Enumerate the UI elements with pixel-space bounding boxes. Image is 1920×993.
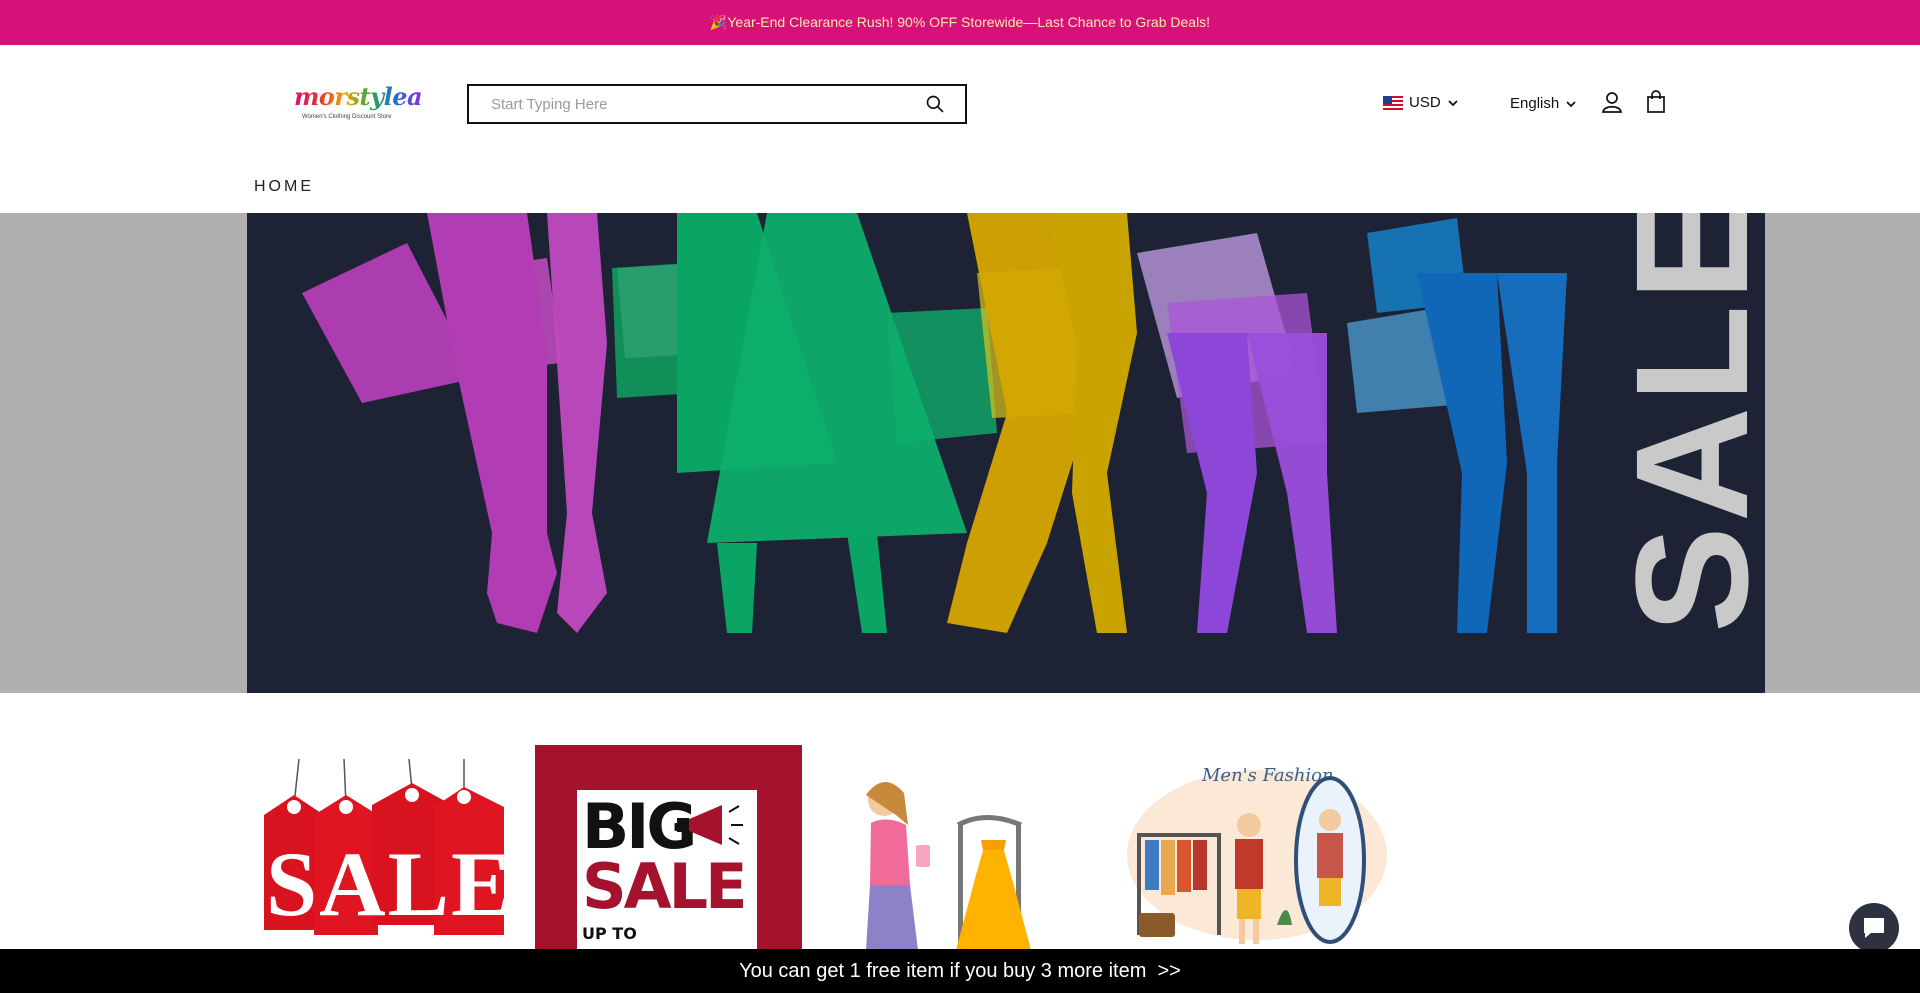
- chat-button[interactable]: [1849, 903, 1899, 953]
- store-logo[interactable]: morstylea Women's Clothing Discount Stor…: [290, 80, 423, 130]
- announcement-text: 🎉Year-End Clearance Rush! 90% OFF Storew…: [709, 14, 1211, 30]
- account-icon[interactable]: [1600, 90, 1624, 114]
- announcement-bar[interactable]: 🎉Year-End Clearance Rush! 90% OFF Storew…: [0, 0, 1920, 45]
- hero-banner[interactable]: SALE: [247, 213, 1765, 693]
- promo-card-sale-tags[interactable]: SALE: [254, 745, 510, 950]
- site-header: morstylea Women's Clothing Discount Stor…: [0, 45, 1920, 213]
- bottom-promo-bar[interactable]: You can get 1 free item if you buy 3 mor…: [0, 949, 1920, 993]
- sale-tags-text: SALE: [266, 833, 510, 935]
- promo-cards-row: SALE BIG SALE UP TO Men's Fashion: [0, 745, 1920, 950]
- bottom-promo-text: You can get 1 free item if you buy 3 mor…: [739, 959, 1181, 982]
- promo-card-big-sale[interactable]: BIG SALE UP TO: [535, 745, 802, 950]
- big-sale-sale: SALE: [582, 850, 747, 923]
- search-box[interactable]: [467, 84, 967, 124]
- logo-wordmark: morstylea: [294, 82, 423, 111]
- currency-selector[interactable]: USD: [1383, 94, 1459, 111]
- sale-tags-illustration: SALE: [264, 758, 510, 935]
- nav-home-link[interactable]: HOME: [254, 178, 314, 196]
- promo-card-dress-shopping[interactable]: [826, 745, 1093, 950]
- dress-shopping-illustration: [866, 781, 1031, 950]
- hero-illustration: SALE: [302, 213, 1765, 633]
- big-sale-panel: BIG SALE UP TO: [577, 790, 757, 950]
- currency-label: USD: [1409, 94, 1441, 111]
- chevron-down-icon: [1566, 100, 1576, 107]
- search-icon[interactable]: [925, 94, 945, 114]
- promo-card-mens-fashion[interactable]: Men's Fashion: [1117, 745, 1389, 950]
- chevron-down-icon: [1448, 99, 1458, 106]
- logo-tagline: Women's Clothing Discount Store: [302, 114, 392, 120]
- language-selector[interactable]: English: [1510, 95, 1577, 112]
- mens-fashion-illustration: Men's Fashion: [1127, 765, 1387, 944]
- language-label: English: [1510, 95, 1560, 112]
- search-input[interactable]: [469, 86, 909, 122]
- shopping-bag-icon[interactable]: [1645, 90, 1667, 114]
- mens-fashion-title: Men's Fashion: [1201, 765, 1334, 786]
- megaphone-icon: [677, 805, 743, 845]
- big-sale-upto: UP TO: [582, 924, 637, 943]
- us-flag-icon: [1383, 95, 1403, 110]
- chat-bubble-icon: [1864, 918, 1884, 938]
- hero-sale-text: SALE: [1602, 213, 1765, 633]
